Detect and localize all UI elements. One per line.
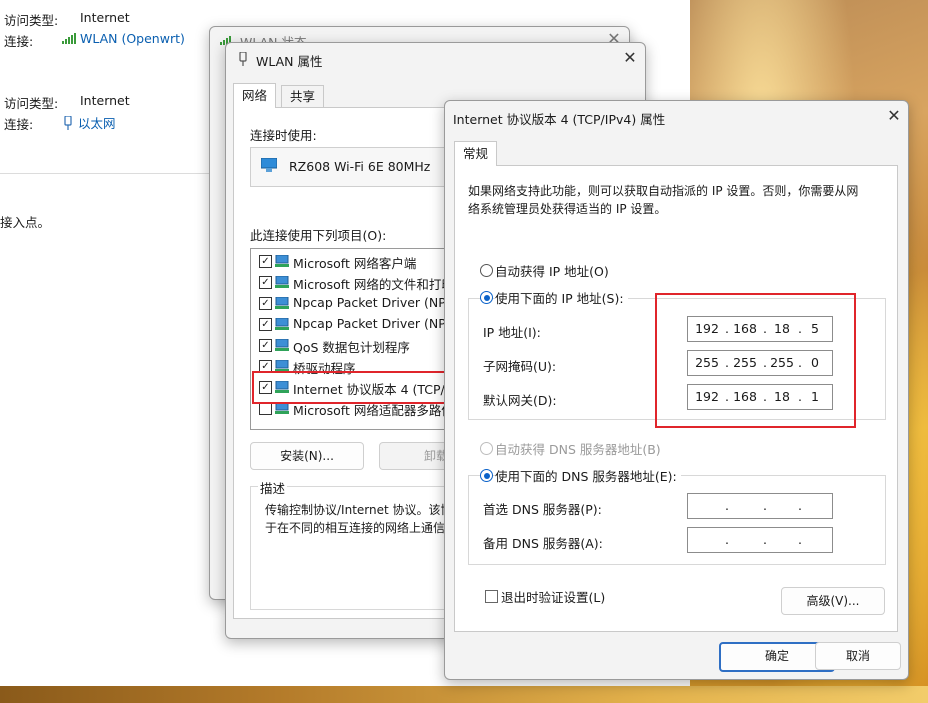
component-checkbox[interactable]: ✓ xyxy=(259,276,272,289)
access-point-text: 接入点。 xyxy=(0,215,51,230)
close-icon[interactable]: ✕ xyxy=(885,107,903,125)
access-type-value-2: Internet xyxy=(80,93,130,108)
auto-ip-label[interactable]: 自动获得 IP 地址(O) xyxy=(495,261,609,280)
window-title: WLAN 属性 xyxy=(256,54,323,69)
access-type-label-2: 访问类型: xyxy=(4,96,59,111)
auto-dns-label[interactable]: 自动获得 DNS 服务器地址(B) xyxy=(495,439,661,458)
component-label: Npcap Packet Driver (NPC xyxy=(293,316,455,331)
network-component-icon xyxy=(275,401,289,417)
intro-line-2: 络系统管理员处获得适当的 IP 设置。 xyxy=(468,202,667,216)
dns-dot: . xyxy=(763,498,767,513)
tab-network[interactable]: 网络 xyxy=(233,83,277,108)
items-label: 此连接使用下列项目(O): xyxy=(250,228,387,243)
component-label: Npcap Packet Driver (NPC xyxy=(293,295,455,310)
validate-label[interactable]: 退出时验证设置(L) xyxy=(501,587,605,606)
description-line-2: 于在不同的相互连接的网络上通信 xyxy=(265,521,446,535)
component-checkbox[interactable]: ✓ xyxy=(259,297,272,310)
network-component-icon xyxy=(275,275,289,291)
adapter-name: RZ608 Wi-Fi 6E 80MHz xyxy=(289,159,431,174)
highlight-ip-fields xyxy=(655,293,856,428)
tab-general[interactable]: 常规 xyxy=(454,141,498,166)
dns-dot: . xyxy=(725,532,729,547)
auto-dns-radio[interactable] xyxy=(480,442,493,455)
network-component-icon xyxy=(275,254,289,270)
window-title: Internet 协议版本 4 (TCP/IPv4) 属性 xyxy=(453,112,666,127)
alternate-dns-label: 备用 DNS 服务器(A): xyxy=(483,536,603,551)
preferred-dns-input[interactable]: . . . xyxy=(687,493,833,519)
tab-sharing[interactable]: 共享 xyxy=(281,85,325,108)
network-component-icon xyxy=(275,338,289,354)
manual-ip-radio[interactable] xyxy=(480,291,493,304)
connection-label: 连接: xyxy=(4,34,34,49)
manual-dns-label[interactable]: 使用下面的 DNS 服务器地址(E): xyxy=(495,466,681,485)
description-line-1: 传输控制协议/Internet 协议。该协 xyxy=(265,503,453,517)
component-label: Microsoft 网络客户端 xyxy=(293,256,417,271)
dns-dot: . xyxy=(725,498,729,513)
wifi-connection-text: WLAN (Openwrt) xyxy=(79,31,185,46)
ip-address-label: IP 地址(I): xyxy=(483,325,541,340)
desktop-wallpaper-strip xyxy=(0,686,928,703)
alternate-dns-input[interactable]: . . . xyxy=(687,527,833,553)
description-label: 描述 xyxy=(258,478,288,497)
dns-dot: . xyxy=(763,532,767,547)
auto-ip-radio[interactable] xyxy=(480,264,493,277)
advanced-button[interactable]: 高级(V)... xyxy=(781,587,885,615)
wifi-signal-icon xyxy=(62,33,76,44)
dns-dot: . xyxy=(798,532,802,547)
manual-ip-label[interactable]: 使用下面的 IP 地址(S): xyxy=(495,288,628,307)
validate-checkbox[interactable] xyxy=(485,590,498,603)
preferred-dns-label: 首选 DNS 服务器(P): xyxy=(483,502,602,517)
component-checkbox[interactable]: ✓ xyxy=(259,339,272,352)
network-component-icon xyxy=(275,317,289,333)
network-tab-content: 连接时使用: RZ608 Wi-Fi 6E 80MHz 此连接使用下列项目(O)… xyxy=(233,107,493,619)
connection-label-2: 连接: xyxy=(4,117,34,132)
subnet-mask-label: 子网掩码(U): xyxy=(483,359,557,374)
highlight-ipv4-item xyxy=(252,371,459,404)
component-checkbox[interactable]: ✓ xyxy=(259,255,272,268)
network-component-icon xyxy=(275,296,289,312)
close-icon[interactable]: ✕ xyxy=(621,49,639,67)
ethernet-plug-icon xyxy=(64,115,72,130)
component-label: Microsoft 网络的文件和打印 xyxy=(293,277,454,292)
ethernet-connection-text: 以太网 xyxy=(77,116,116,131)
install-button[interactable]: 安装(N)... xyxy=(250,442,364,470)
network-adapter-icon xyxy=(239,52,247,66)
default-gateway-label: 默认网关(D): xyxy=(483,393,557,408)
wifi-connection-link[interactable]: WLAN (Openwrt) xyxy=(62,31,185,46)
access-type-label: 访问类型: xyxy=(4,13,59,28)
manual-dns-radio[interactable] xyxy=(480,469,493,482)
access-type-value: Internet xyxy=(80,10,130,25)
cancel-button[interactable]: 取消 xyxy=(815,642,901,670)
ethernet-connection-link[interactable]: 以太网 xyxy=(62,113,116,132)
intro-line-1: 如果网络支持此功能，则可以获取自动指派的 IP 设置。否则，你需要从网 xyxy=(468,184,859,198)
network-card-icon xyxy=(261,158,277,172)
component-label: QoS 数据包计划程序 xyxy=(293,340,410,355)
dns-dot: . xyxy=(798,498,802,513)
connect-using-label: 连接时使用: xyxy=(250,128,317,143)
component-checkbox[interactable]: ✓ xyxy=(259,318,272,331)
